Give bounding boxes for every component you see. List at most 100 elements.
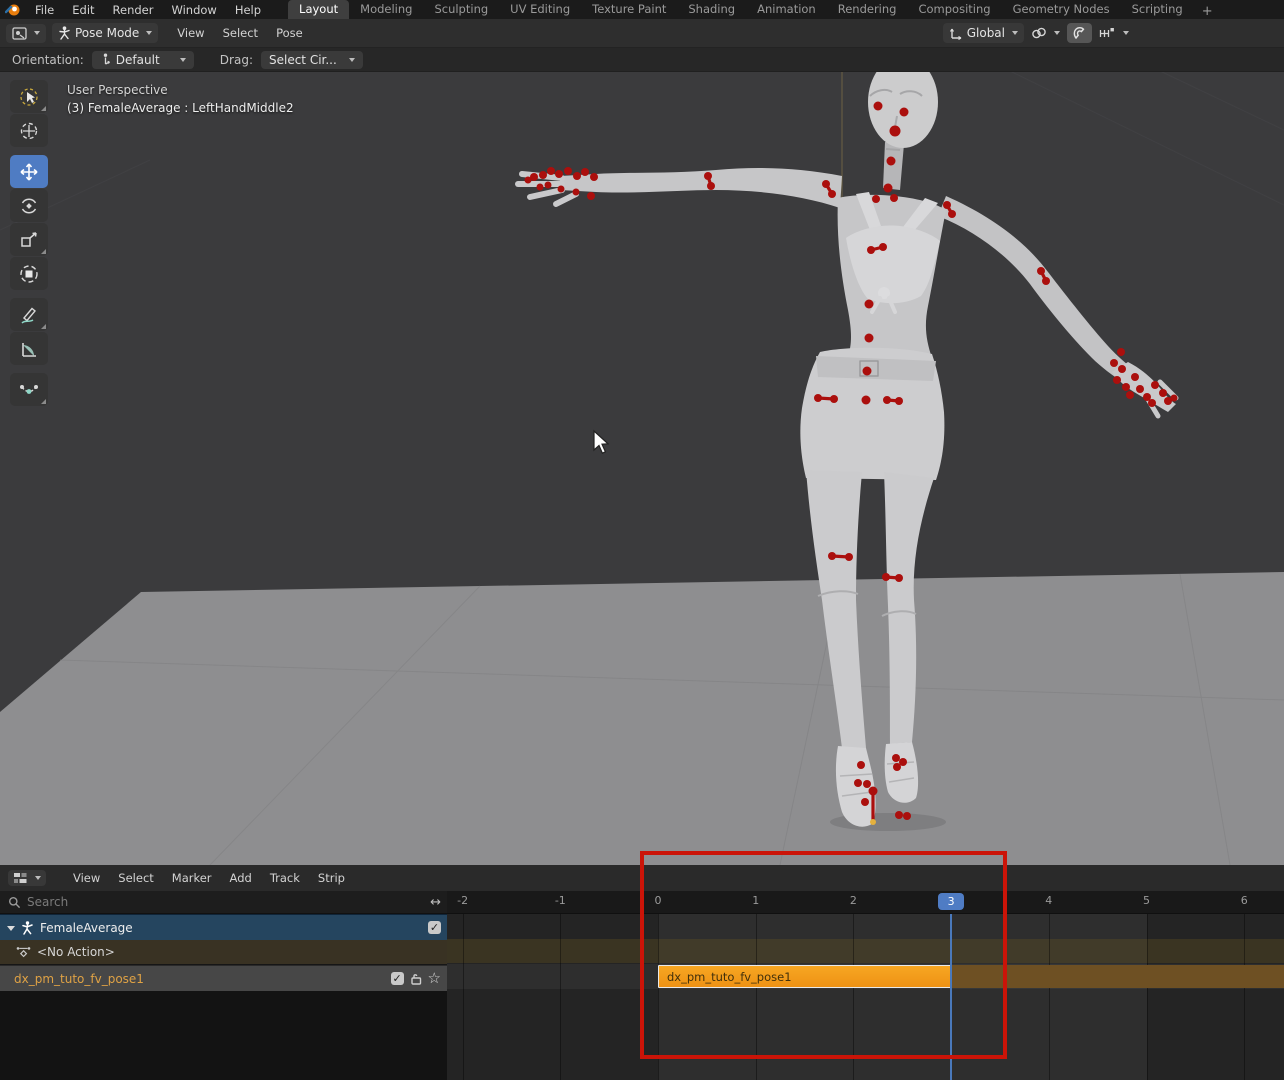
bone-marker-dot[interactable]	[545, 182, 552, 189]
bone-marker-dot[interactable]	[1037, 267, 1045, 275]
nla-menu-strip[interactable]: Strip	[309, 871, 354, 885]
workspace-tab-modeling[interactable]: Modeling	[349, 0, 423, 19]
selected-bone-tip[interactable]	[870, 819, 876, 825]
channel-mute-checkbox[interactable]: ✓	[428, 921, 441, 934]
bone-marker-dot[interactable]	[892, 754, 900, 762]
workspace-tab-compositing[interactable]: Compositing	[907, 0, 1001, 19]
bone-marker-dot[interactable]	[863, 367, 872, 376]
editor-type-button[interactable]	[6, 24, 46, 43]
menu-file[interactable]: File	[26, 3, 63, 17]
menu-window[interactable]: Window	[162, 3, 225, 17]
tool-annotate-button[interactable]	[10, 298, 48, 331]
nla-editor-type-button[interactable]	[8, 870, 46, 886]
workspace-tab-geometry-nodes[interactable]: Geometry Nodes	[1002, 0, 1121, 19]
bone-marker-dot[interactable]	[1159, 389, 1167, 397]
bone-marker-dot[interactable]	[539, 171, 547, 179]
bone-marker-dot[interactable]	[1113, 376, 1121, 384]
nla-search-bar[interactable]: Search ↔	[0, 891, 447, 914]
unlock-icon[interactable]	[409, 972, 423, 986]
pivot-point-dropdown[interactable]	[1026, 24, 1065, 43]
bone-marker-dot[interactable]	[869, 787, 878, 796]
snap-target-dropdown[interactable]	[1094, 24, 1134, 43]
bone-marker-dot[interactable]	[890, 126, 901, 137]
menu-render[interactable]: Render	[104, 3, 163, 17]
nla-menu-view[interactable]: View	[64, 871, 109, 885]
bone-marker-dot[interactable]	[882, 573, 890, 581]
orientation-default-dropdown[interactable]: Default	[92, 51, 194, 69]
bone-marker-dot[interactable]	[564, 167, 572, 175]
workspace-tab-scripting[interactable]: Scripting	[1121, 0, 1194, 19]
bone-marker-dot[interactable]	[707, 182, 715, 190]
bone-marker-dot[interactable]	[1118, 365, 1126, 373]
bone-marker-dot[interactable]	[1117, 348, 1125, 356]
bone-marker-dot[interactable]	[704, 172, 712, 180]
bone-marker-dot[interactable]	[943, 201, 951, 209]
bone-marker-dot[interactable]	[895, 574, 903, 582]
bone-marker-dot[interactable]	[883, 396, 891, 404]
workspace-tab-rendering[interactable]: Rendering	[827, 0, 908, 19]
viewport-canvas[interactable]	[0, 0, 1284, 865]
bone-marker-dot[interactable]	[525, 177, 532, 184]
workspace-tab-animation[interactable]: Animation	[746, 0, 827, 19]
fit-view-button[interactable]: ↔	[430, 895, 441, 910]
bone-marker-dot[interactable]	[547, 167, 555, 175]
tool-move-button[interactable]	[10, 155, 48, 188]
viewport-menu-view[interactable]: View	[168, 26, 213, 40]
mode-selector[interactable]: Pose Mode	[52, 23, 158, 43]
tool-tweak-select-button[interactable]	[10, 80, 48, 113]
bone-marker-dot[interactable]	[845, 553, 853, 561]
track-mute-checkbox[interactable]: ✓	[391, 972, 404, 985]
menu-help[interactable]: Help	[226, 3, 270, 17]
bone-marker-dot[interactable]	[865, 300, 874, 309]
bone-marker-dot[interactable]	[573, 172, 581, 180]
bone-marker-dot[interactable]	[893, 763, 901, 771]
bone-marker-dot[interactable]	[900, 108, 909, 117]
expand-chevron-icon[interactable]	[6, 924, 16, 932]
bone-marker-dot[interactable]	[890, 194, 898, 202]
tool-cursor-button[interactable]	[10, 114, 48, 147]
channel-row-no-action[interactable]: <No Action>	[0, 940, 447, 964]
tool-pose-breakdowner-button[interactable]	[10, 373, 48, 406]
bone-marker-dot[interactable]	[537, 184, 544, 191]
tool-transform-button[interactable]	[10, 257, 48, 290]
nla-menu-select[interactable]: Select	[109, 871, 162, 885]
bone-marker-dot[interactable]	[1131, 373, 1139, 381]
channel-row-track[interactable]: dx_pm_tuto_fv_pose1 ✓ ☆	[0, 965, 447, 991]
bone-marker-dot[interactable]	[884, 184, 893, 193]
blender-logo-icon[interactable]	[0, 3, 26, 17]
viewport-menu-select[interactable]: Select	[214, 26, 267, 40]
bone-marker-dot[interactable]	[1148, 399, 1156, 407]
bone-marker-dot[interactable]	[887, 157, 896, 166]
menu-edit[interactable]: Edit	[63, 3, 103, 17]
bone-marker-dot[interactable]	[573, 189, 580, 196]
bone-marker-dot[interactable]	[1042, 277, 1050, 285]
bone-marker-dot[interactable]	[828, 190, 836, 198]
bone-marker-dot[interactable]	[872, 195, 880, 203]
nla-menu-marker[interactable]: Marker	[163, 871, 221, 885]
bone-marker-dot[interactable]	[828, 552, 836, 560]
snap-toggle[interactable]	[1067, 23, 1092, 43]
bone-marker-dot[interactable]	[865, 334, 874, 343]
bone-marker-dot[interactable]	[814, 394, 822, 402]
bone-marker-dot[interactable]	[581, 168, 589, 176]
tool-measure-button[interactable]	[10, 332, 48, 365]
bone-marker-dot[interactable]	[863, 780, 871, 788]
bone-marker-dot[interactable]	[854, 779, 862, 787]
bone-marker-dot[interactable]	[830, 395, 838, 403]
bone-marker-dot[interactable]	[903, 812, 911, 820]
bone-marker-dot[interactable]	[1122, 383, 1130, 391]
tool-rotate-button[interactable]	[10, 189, 48, 222]
bone-marker-dot[interactable]	[867, 246, 875, 254]
workspace-tab-uv-editing[interactable]: UV Editing	[499, 0, 581, 19]
bone-marker-dot[interactable]	[1171, 395, 1178, 402]
bone-marker-dot[interactable]	[948, 210, 956, 218]
drag-mode-dropdown[interactable]: Select Cir...	[261, 51, 363, 69]
bone-marker-dot[interactable]	[861, 798, 869, 806]
add-workspace-button[interactable]: +	[1194, 4, 1221, 19]
bone-marker-dot[interactable]	[1151, 381, 1159, 389]
bone-marker-dot[interactable]	[590, 173, 598, 181]
bone-marker-dot[interactable]	[822, 180, 830, 188]
bone-marker-dot[interactable]	[895, 397, 903, 405]
solo-star-icon[interactable]: ☆	[428, 972, 441, 985]
workspace-tab-layout[interactable]: Layout	[288, 0, 349, 19]
